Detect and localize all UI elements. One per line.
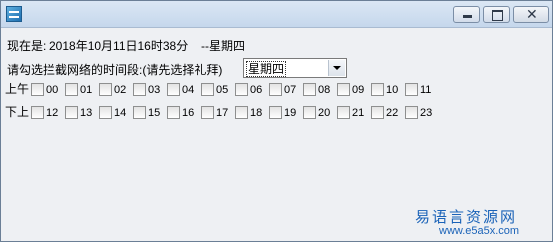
hour-checkbox[interactable] (337, 106, 350, 119)
hour-checkbox-label: 11 (420, 84, 432, 96)
close-button[interactable]: ✕ (513, 6, 549, 23)
hour-checkbox[interactable] (201, 106, 214, 119)
hour-checkbox-label: 09 (352, 84, 365, 96)
hour-checkbox-label: 03 (148, 84, 161, 96)
hour-checkbox[interactable] (201, 83, 214, 96)
hour-checkbox[interactable] (303, 83, 316, 96)
hour-checkbox-label: 21 (352, 107, 365, 119)
maximize-button[interactable] (483, 6, 510, 23)
minimize-icon (463, 15, 472, 18)
hour-checkbox[interactable] (371, 83, 384, 96)
watermark-title: 易语言资源网 (415, 208, 518, 226)
weekday-text: --星期四 (201, 39, 245, 53)
hour-checkbox-label: 19 (284, 107, 297, 119)
app-icon (6, 6, 22, 22)
hour-checkbox[interactable] (303, 106, 316, 119)
hour-checkbox-label: 12 (46, 107, 59, 119)
watermark-url: www.e5a5x.com (439, 225, 520, 237)
hour-checkbox-label: 10 (386, 84, 399, 96)
app-window: ✕ 现在是: 2018年10月11日16时38分 --星期四 请勾选拦截网络的时… (0, 0, 553, 242)
hour-checkbox-label: 16 (182, 107, 195, 119)
hour-checkbox-label: 04 (182, 84, 195, 96)
hour-checkbox-label: 02 (114, 84, 127, 96)
hour-checkbox[interactable] (133, 83, 146, 96)
hour-checkbox-label: 20 (318, 107, 331, 119)
hour-checkbox-label: 14 (114, 107, 127, 119)
hour-checkbox[interactable] (31, 106, 44, 119)
hour-checkbox[interactable] (405, 106, 418, 119)
hour-checkbox[interactable] (99, 83, 112, 96)
hour-checkbox[interactable] (371, 106, 384, 119)
hour-checkbox[interactable] (65, 106, 78, 119)
hour-checkbox-label: 23 (420, 107, 433, 119)
hour-checkbox-label: 22 (386, 107, 399, 119)
hour-checkbox-label: 15 (148, 107, 161, 119)
now-label: 现在是: (7, 39, 47, 53)
pm-label: 下上 (5, 105, 30, 119)
hour-checkbox[interactable] (235, 106, 248, 119)
weekday-select-value: 星期四 (246, 61, 287, 77)
chevron-down-icon[interactable] (328, 60, 345, 76)
minimize-button[interactable] (453, 6, 480, 23)
hour-checkbox-label: 08 (318, 84, 331, 96)
am-row: 上午 00 01 02 03 04 05 06 07 08 09 10 11 (5, 81, 545, 97)
am-label: 上午 (5, 82, 30, 96)
hour-checkbox[interactable] (65, 83, 78, 96)
hour-checkbox[interactable] (337, 83, 350, 96)
hour-checkbox-label: 05 (216, 84, 229, 96)
weekday-select[interactable]: 星期四 (243, 58, 347, 78)
hour-checkbox-label: 13 (80, 107, 93, 119)
pm-row: 下上 12 13 14 15 16 17 18 19 20 21 22 23 (5, 104, 545, 120)
hour-checkbox[interactable] (167, 106, 180, 119)
hour-checkbox[interactable] (269, 83, 282, 96)
now-value: 2018年10月11日16时38分 (49, 39, 189, 53)
title-bar[interactable]: ✕ (1, 1, 552, 28)
hour-checkbox-label: 07 (284, 84, 297, 96)
hour-checkbox-label: 17 (216, 107, 229, 119)
hour-checkbox[interactable] (269, 106, 282, 119)
hour-checkbox-label: 06 (250, 84, 263, 96)
hour-checkbox-label: 00 (46, 84, 59, 96)
maximize-icon (492, 10, 503, 21)
close-icon: ✕ (526, 6, 538, 22)
hour-checkbox[interactable] (405, 83, 418, 96)
hour-checkbox-label: 01 (80, 84, 93, 96)
hour-checkbox[interactable] (167, 83, 180, 96)
prompt-label: 请勾选拦截网络的时间段:(请先选择礼拜) (7, 63, 223, 77)
hour-checkbox[interactable] (235, 83, 248, 96)
hour-checkbox-label: 18 (250, 107, 263, 119)
hour-checkbox[interactable] (31, 83, 44, 96)
hour-checkbox[interactable] (99, 106, 112, 119)
hour-checkbox[interactable] (133, 106, 146, 119)
